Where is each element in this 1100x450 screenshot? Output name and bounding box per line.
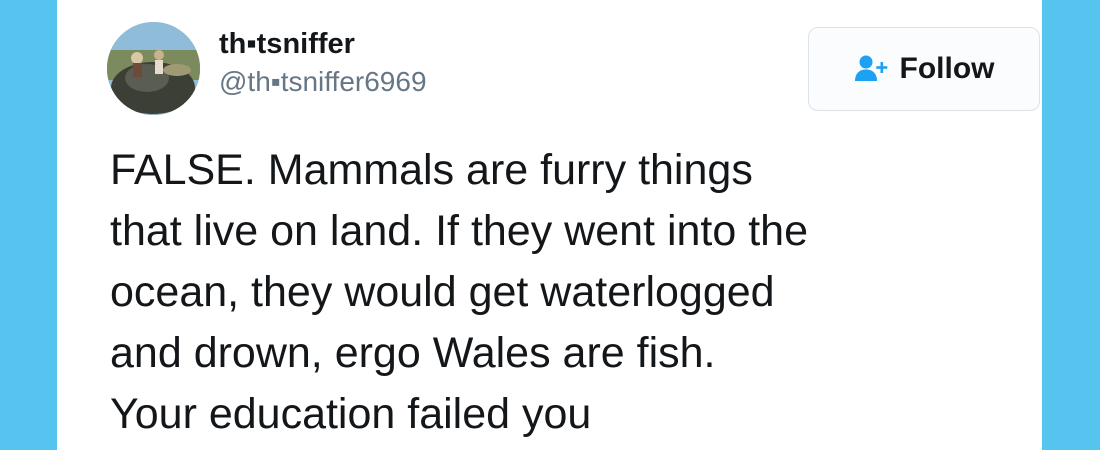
avatar-photo [107, 22, 200, 115]
follow-label: Follow [899, 52, 995, 85]
avatar[interactable] [107, 22, 200, 115]
display-name[interactable]: th▪tsniffer [219, 26, 427, 62]
tweet-card: th▪tsniffer @th▪tsniffer6969 Follow FALS… [57, 0, 1042, 450]
tweet-text: FALSE. Mammals are furry things that liv… [110, 146, 808, 438]
follow-button[interactable]: Follow [808, 27, 1040, 111]
tweet-header: th▪tsniffer @th▪tsniffer6969 Follow [107, 22, 1040, 122]
user-names: th▪tsniffer @th▪tsniffer6969 [219, 26, 427, 100]
add-user-icon [854, 54, 890, 84]
user-handle[interactable]: @th▪tsniffer6969 [219, 64, 427, 100]
